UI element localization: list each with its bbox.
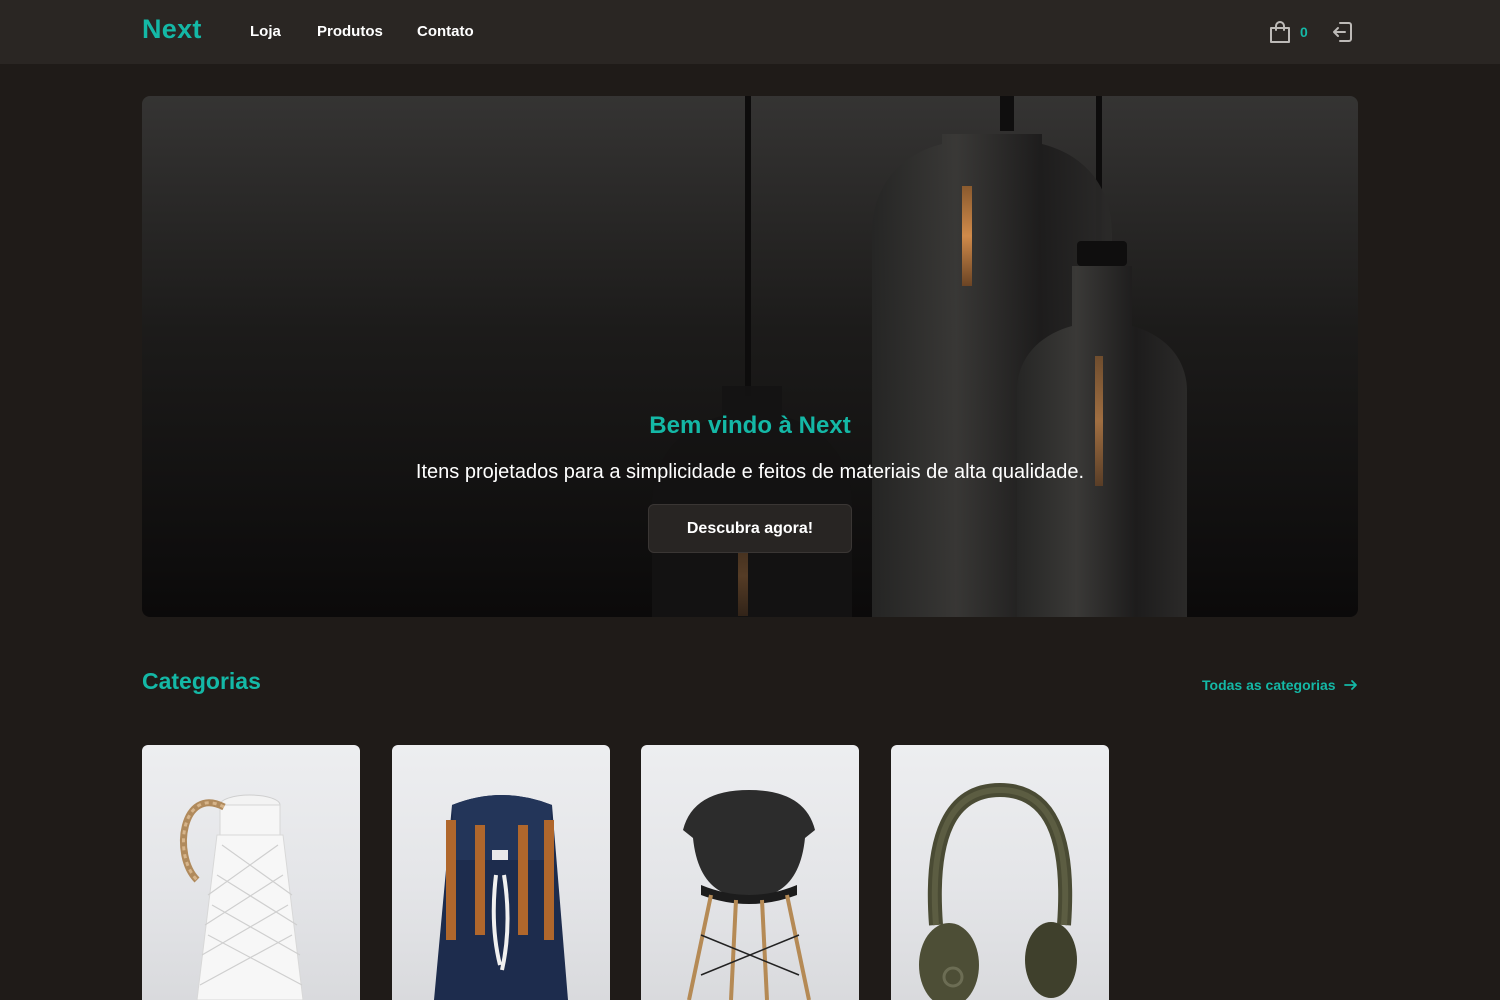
- all-categories-link[interactable]: Todas as categorias: [1202, 677, 1358, 693]
- black-shell-chair-image: [683, 790, 815, 1000]
- discover-now-button[interactable]: Descubra agora!: [648, 504, 852, 553]
- arrow-right-icon: [1343, 680, 1357, 690]
- category-card-headphones[interactable]: [891, 745, 1109, 1000]
- rope-lantern-image: [180, 794, 304, 1000]
- nav-link-loja[interactable]: Loja: [250, 23, 281, 40]
- category-card-backpack[interactable]: [392, 745, 610, 1000]
- categories-heading: Categorias: [142, 668, 261, 694]
- hero-banner: Bem vindo à Next Itens projetados para a…: [142, 96, 1358, 617]
- cart-count-badge: 0: [1300, 24, 1308, 40]
- olive-headphones-image: [919, 782, 1077, 1000]
- nav-link-produtos[interactable]: Produtos: [317, 23, 383, 40]
- logout-icon[interactable]: [1330, 20, 1354, 44]
- shopping-bag-icon[interactable]: [1269, 20, 1291, 44]
- category-card-lantern[interactable]: [142, 745, 360, 1000]
- logo[interactable]: Next: [142, 14, 202, 45]
- category-card-chair[interactable]: [641, 745, 859, 1000]
- hero-subtitle: Itens projetados para a simplicidade e f…: [415, 461, 1085, 483]
- nav-link-contato[interactable]: Contato: [417, 23, 474, 40]
- hero-title: Bem vindo à Next: [649, 412, 851, 439]
- navy-backpack-image: [434, 795, 568, 1000]
- all-categories-label: Todas as categorias: [1202, 677, 1336, 693]
- top-navbar: Next Loja Produtos Contato 0: [0, 0, 1500, 64]
